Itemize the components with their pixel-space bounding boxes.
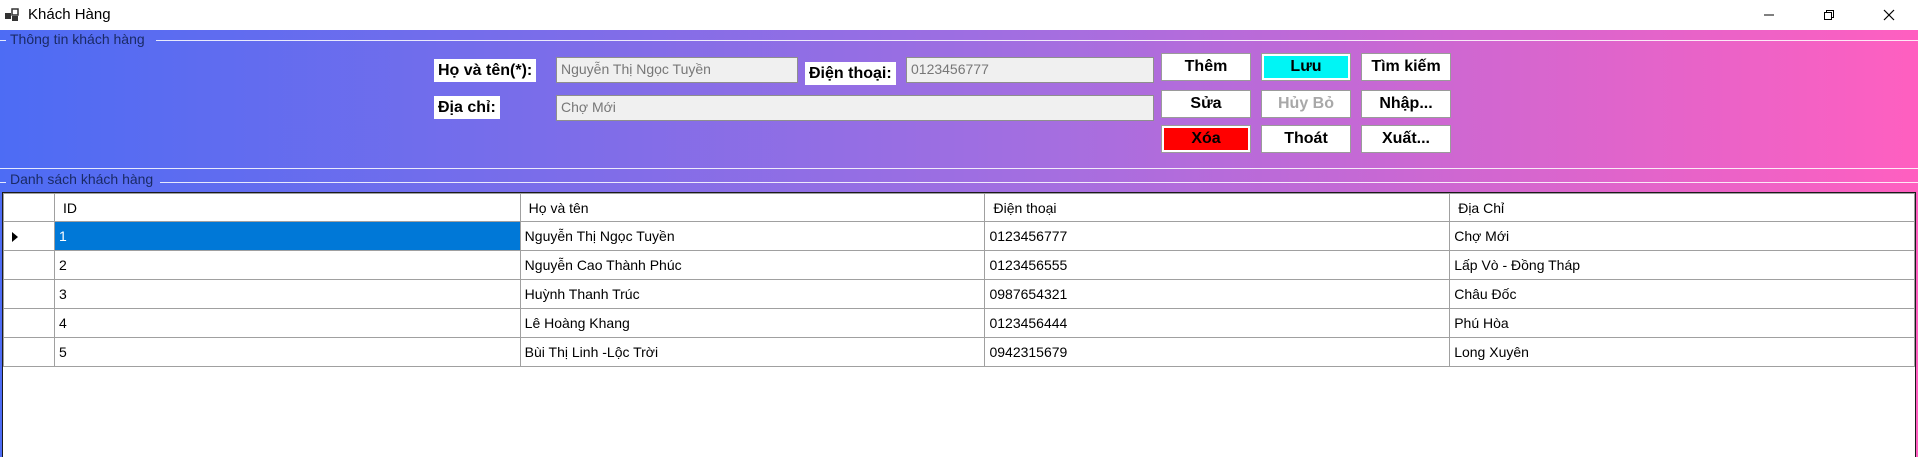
table-row[interactable]: 1 Nguyễn Thị Ngọc Tuyền 0123456777 Chợ M… bbox=[3, 221, 1915, 251]
name-field[interactable]: Nguyễn Thị Ngọc Tuyền bbox=[556, 57, 798, 83]
cell-id[interactable]: 1 bbox=[53, 221, 521, 251]
row-header[interactable] bbox=[3, 250, 55, 280]
list-group-border-left bbox=[0, 182, 6, 183]
cell-address[interactable]: Chợ Mới bbox=[1449, 221, 1915, 251]
cell-name[interactable]: Nguyễn Thị Ngọc Tuyền bbox=[519, 221, 986, 251]
cell-address[interactable]: Châu Đốc bbox=[1449, 279, 1915, 309]
cell-id[interactable]: 3 bbox=[53, 279, 521, 309]
row-header[interactable] bbox=[3, 308, 55, 338]
window-title: Khách Hàng bbox=[28, 6, 111, 23]
minimize-button[interactable] bbox=[1746, 0, 1792, 30]
close-icon bbox=[1883, 9, 1895, 21]
cell-address[interactable]: Long Xuyên bbox=[1449, 337, 1915, 367]
save-button-label: Lưu bbox=[1264, 56, 1348, 78]
save-button[interactable]: Lưu bbox=[1261, 53, 1351, 81]
current-row-arrow-icon bbox=[12, 232, 18, 243]
cell-phone[interactable]: 0123456777 bbox=[984, 221, 1451, 251]
delete-button-label: Xóa bbox=[1164, 128, 1248, 150]
column-header-address[interactable]: Địa Chỉ bbox=[1449, 193, 1915, 222]
edit-button[interactable]: Sửa bbox=[1161, 90, 1251, 118]
table-header-row: ID Họ và tên Điện thoại Địa Chỉ bbox=[3, 193, 1915, 222]
cell-phone[interactable]: 0123456444 bbox=[984, 308, 1451, 338]
cancel-button[interactable]: Hủy Bỏ bbox=[1261, 90, 1351, 118]
row-header-corner bbox=[3, 193, 55, 222]
phone-field[interactable]: 0123456777 bbox=[906, 57, 1154, 83]
search-button[interactable]: Tìm kiếm bbox=[1361, 53, 1451, 81]
address-field[interactable]: Chợ Mới bbox=[556, 95, 1154, 121]
table-row[interactable]: 2 Nguyễn Cao Thành Phúc 0123456555 Lấp V… bbox=[3, 250, 1915, 280]
column-header-id[interactable]: ID bbox=[53, 193, 521, 222]
customer-grid[interactable]: ID Họ và tên Điện thoại Địa Chỉ 1 Nguyễn… bbox=[2, 192, 1916, 457]
cell-phone[interactable]: 0942315679 bbox=[984, 337, 1451, 367]
info-group-border-left bbox=[0, 40, 6, 41]
cell-name[interactable]: Nguyễn Cao Thành Phúc bbox=[519, 250, 986, 280]
info-group-border-right bbox=[156, 40, 1918, 41]
cell-id[interactable]: 2 bbox=[53, 250, 521, 280]
close-button[interactable] bbox=[1866, 0, 1912, 30]
exit-button[interactable]: Thoát bbox=[1261, 125, 1351, 153]
delete-button[interactable]: Xóa bbox=[1161, 125, 1251, 153]
info-group-title: Thông tin khách hàng bbox=[10, 31, 145, 47]
list-group-border-right bbox=[160, 182, 1918, 183]
row-header[interactable] bbox=[3, 279, 55, 309]
minimize-icon bbox=[1764, 14, 1774, 16]
column-header-name[interactable]: Họ và tên bbox=[519, 193, 986, 222]
cell-phone[interactable]: 0123456555 bbox=[984, 250, 1451, 280]
name-label: Họ và tên(*): bbox=[434, 59, 537, 82]
address-label: Địa chỉ: bbox=[434, 96, 500, 119]
cell-name[interactable]: Huỳnh Thanh Trúc bbox=[519, 279, 986, 309]
info-group-border-bottom bbox=[0, 168, 1918, 169]
row-header[interactable] bbox=[3, 221, 55, 251]
row-header[interactable] bbox=[3, 337, 55, 367]
cell-name[interactable]: Bùi Thị Linh -Lộc Trời bbox=[519, 337, 986, 367]
cell-id[interactable]: 4 bbox=[53, 308, 521, 338]
column-header-phone[interactable]: Điện thoại bbox=[984, 193, 1451, 222]
table-row[interactable]: 3 Huỳnh Thanh Trúc 0987654321 Châu Đốc bbox=[3, 279, 1915, 309]
restore-button[interactable] bbox=[1806, 0, 1852, 30]
app-icon bbox=[4, 7, 20, 23]
customer-table: ID Họ và tên Điện thoại Địa Chỉ 1 Nguyễn… bbox=[3, 193, 1915, 367]
add-button[interactable]: Thêm bbox=[1161, 53, 1251, 81]
title-bar: Khách Hàng bbox=[0, 0, 1918, 30]
table-row[interactable]: 5 Bùi Thị Linh -Lộc Trời 0942315679 Long… bbox=[3, 337, 1915, 367]
restore-icon bbox=[1824, 10, 1834, 20]
table-row[interactable]: 4 Lê Hoàng Khang 0123456444 Phú Hòa bbox=[3, 308, 1915, 338]
cell-name[interactable]: Lê Hoàng Khang bbox=[519, 308, 986, 338]
cell-phone[interactable]: 0987654321 bbox=[984, 279, 1451, 309]
cell-id[interactable]: 5 bbox=[53, 337, 521, 367]
list-group-title: Danh sách khách hàng bbox=[10, 171, 154, 187]
phone-label: Điện thoại: bbox=[805, 62, 896, 85]
export-button[interactable]: Xuất... bbox=[1361, 125, 1451, 153]
import-button[interactable]: Nhập... bbox=[1361, 90, 1451, 118]
cell-address[interactable]: Phú Hòa bbox=[1449, 308, 1915, 338]
cell-address[interactable]: Lấp Vò - Đồng Tháp bbox=[1449, 250, 1915, 280]
